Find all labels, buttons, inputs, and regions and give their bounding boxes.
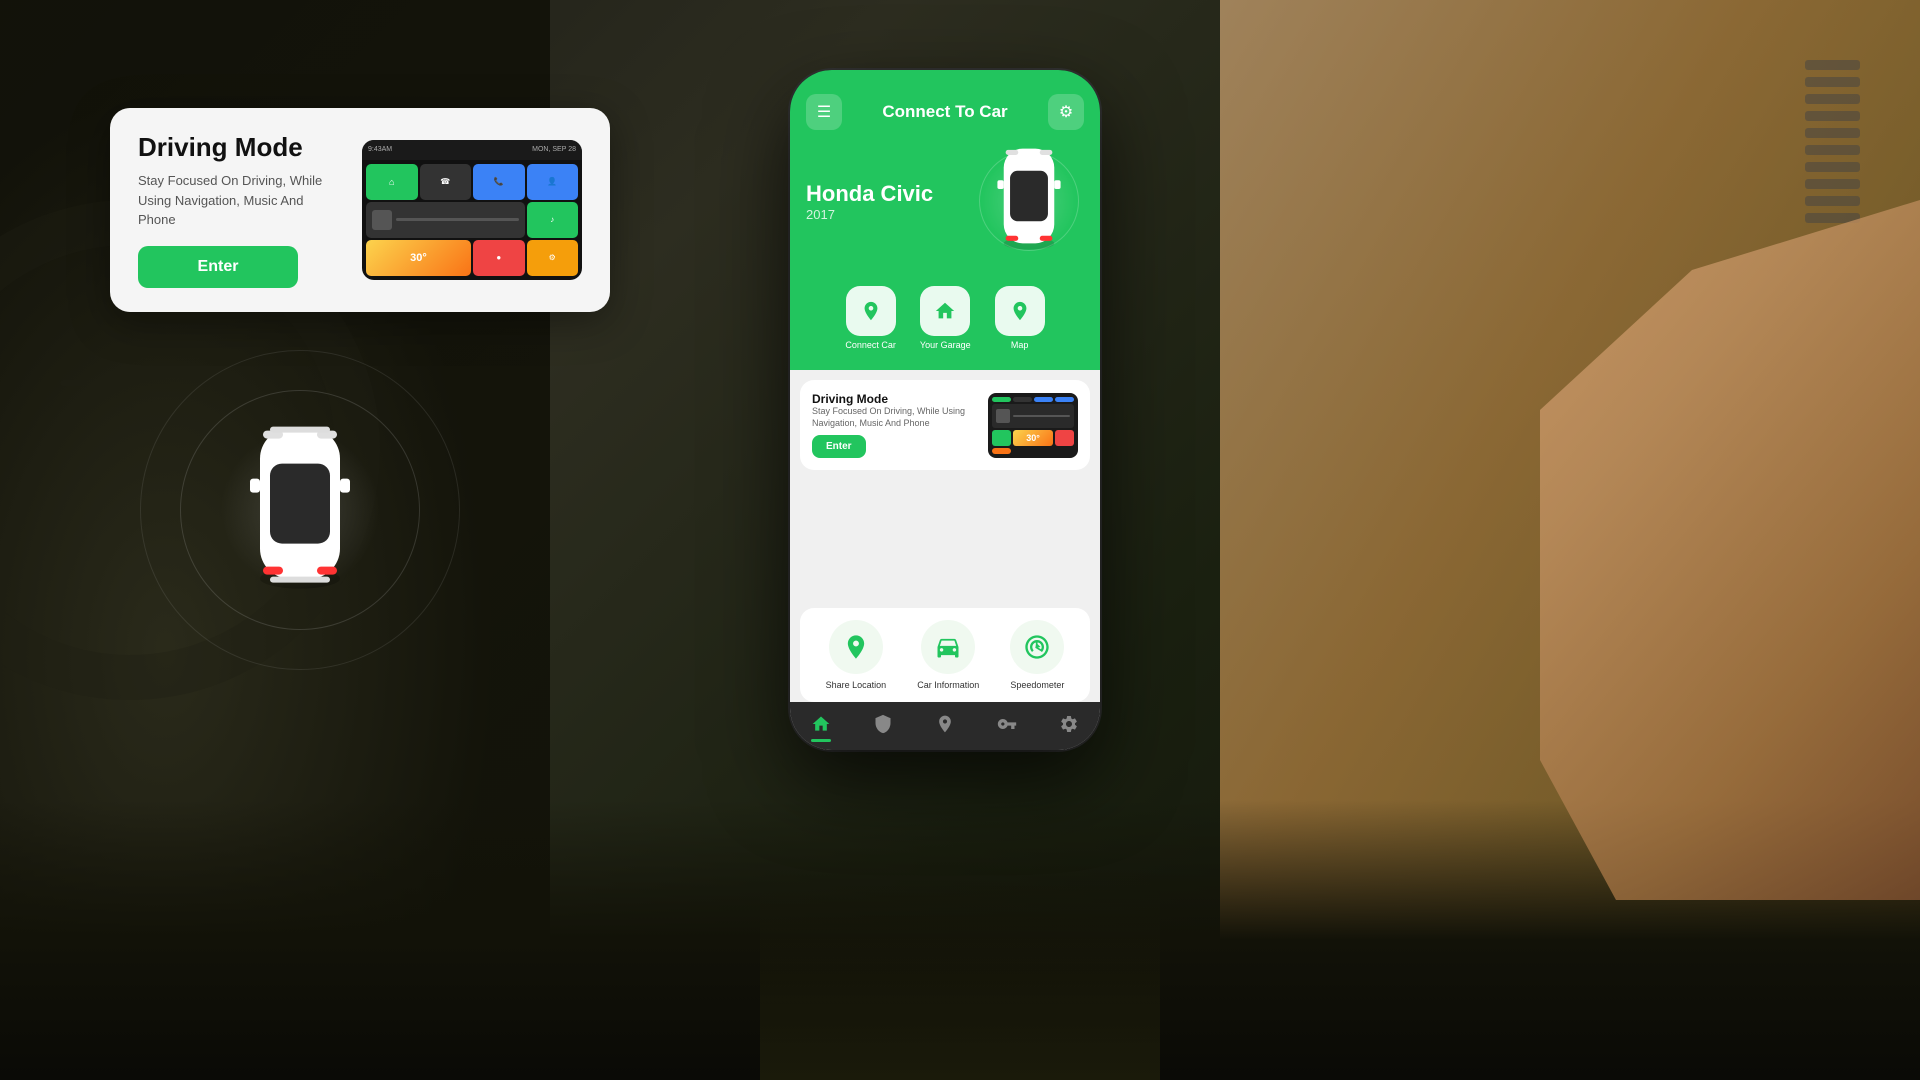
driving-mode-title: Driving Mode <box>138 132 342 163</box>
nav-location[interactable] <box>935 714 955 734</box>
settings-button[interactable]: ⚙ <box>1048 94 1084 130</box>
car-topleft-display <box>160 330 440 690</box>
phone-screen: ☰ Connect To Car ⚙ Honda Civic 2017 <box>790 70 1100 750</box>
map-action[interactable]: Map <box>995 286 1045 350</box>
car-information-label: Car Information <box>917 680 979 690</box>
map-label: Map <box>1011 340 1029 350</box>
phone-dashboard-preview: 9:43AM MON, SEP 28 ⌂ ☎ 📞 👤 ♪ 30° ● ⚙ <box>362 140 582 280</box>
car-top-view-phone <box>994 136 1064 261</box>
driving-mode-text: Driving Mode Stay Focused On Driving, Wh… <box>138 132 342 288</box>
speedometer-label: Speedometer <box>1010 680 1064 690</box>
car-image-left <box>245 409 355 604</box>
share-location-icon <box>829 620 883 674</box>
driving-mode-mini-text: Driving Mode Stay Focused On Driving, Wh… <box>812 392 978 458</box>
phone-mockup: ☰ Connect To Car ⚙ Honda Civic 2017 <box>790 70 1100 750</box>
nav-home[interactable] <box>811 714 831 734</box>
car-information-feature[interactable]: Car Information <box>917 620 979 690</box>
car-info-section: Honda Civic 2017 <box>806 146 1084 256</box>
driving-mode-enter-button[interactable]: Enter <box>138 246 298 288</box>
driving-mode-description: Stay Focused On Driving, While Using Nav… <box>138 171 342 230</box>
your-garage-action[interactable]: Your Garage <box>920 286 971 350</box>
menu-icon: ☰ <box>817 102 831 122</box>
center-console <box>760 880 1160 1080</box>
car-information-icon <box>921 620 975 674</box>
driving-mode-mini-title: Driving Mode <box>812 392 978 406</box>
connect-car-icon <box>846 286 896 336</box>
your-garage-label: Your Garage <box>920 340 971 350</box>
driving-mode-card: Driving Mode Stay Focused On Driving, Wh… <box>110 108 610 312</box>
connect-car-label: Connect Car <box>845 340 896 350</box>
driving-mode-mini-desc: Stay Focused On Driving, While Using Nav… <box>812 406 978 429</box>
menu-button[interactable]: ☰ <box>806 94 842 130</box>
feature-grid: Share Location Car Information <box>800 608 1090 702</box>
speedometer-icon <box>1010 620 1064 674</box>
nav-key[interactable] <box>997 714 1017 734</box>
app-topbar: ☰ Connect To Car ⚙ <box>806 94 1084 130</box>
driving-mode-mini-enter[interactable]: Enter <box>812 435 866 458</box>
app-title: Connect To Car <box>882 102 1007 122</box>
nav-settings[interactable] <box>1059 714 1079 734</box>
bottom-navigation <box>790 702 1100 750</box>
car-model: Honda Civic <box>806 181 933 207</box>
app-content: Driving Mode Stay Focused On Driving, Wh… <box>790 370 1100 750</box>
car-image-phone <box>974 146 1084 256</box>
share-location-label: Share Location <box>826 680 887 690</box>
quick-actions-bar: Connect Car Your Garage Map <box>790 276 1100 370</box>
app-header: ☰ Connect To Car ⚙ Honda Civic 2017 <box>790 70 1100 276</box>
map-icon <box>995 286 1045 336</box>
nav-shield[interactable] <box>873 714 893 734</box>
driving-mode-phone-preview: 30° <box>988 393 1078 458</box>
car-year: 2017 <box>806 207 933 222</box>
car-name: Honda Civic 2017 <box>806 181 933 222</box>
settings-icon: ⚙ <box>1059 102 1073 122</box>
share-location-feature[interactable]: Share Location <box>826 620 887 690</box>
connect-car-action[interactable]: Connect Car <box>845 286 896 350</box>
driving-mode-mini-card: Driving Mode Stay Focused On Driving, Wh… <box>800 380 1090 470</box>
your-garage-icon <box>920 286 970 336</box>
speedometer-feature[interactable]: Speedometer <box>1010 620 1064 690</box>
